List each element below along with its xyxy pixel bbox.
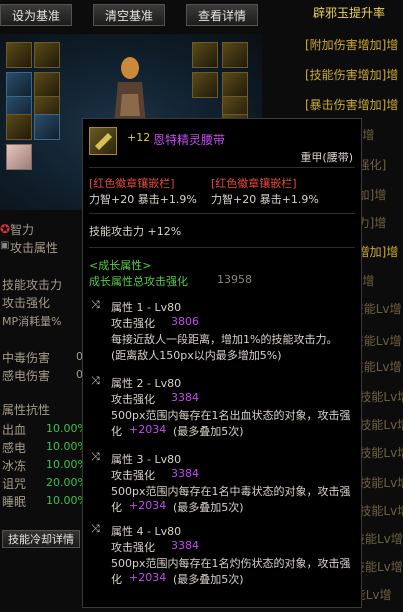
equip-slot-shoulder[interactable] [6, 42, 32, 68]
resist-title: 属性抗性 [2, 403, 51, 417]
resist-name: 冰冻 [2, 459, 27, 473]
attr-desc: 500px范围内每存在1名灼伤状态的对象，攻击强 [111, 557, 351, 570]
attr-title: 属性 1 - Lv80 [111, 301, 182, 314]
attack-attr-icon: ▣ [0, 240, 10, 251]
attr-desc: 每接近敌人一段距离，增加1%的技能攻击力。 [111, 333, 338, 346]
right-list-item: [暴击伤害增加]增 [305, 98, 399, 112]
stat-intelligence: 智力 [10, 223, 35, 237]
belt-item-icon [89, 127, 117, 155]
shuffle-icon: ⤨ [91, 522, 100, 535]
right-list-item: 辟邪玉提升率 [313, 6, 386, 20]
shuffle-icon: ⤨ [91, 298, 100, 311]
emblem-slot-right-title: [红色徽章镶嵌栏] [211, 177, 297, 190]
stat-shock-dmg: 感电伤害 [2, 369, 51, 383]
skill-attack-line: 技能攻击力 +12% [89, 225, 182, 238]
equip-slot-subequip[interactable] [222, 72, 248, 98]
growth-total-value: 13958 [217, 273, 252, 286]
resist-name: 出血 [2, 423, 27, 437]
avatar-slot[interactable] [6, 144, 32, 170]
item-name: 恩特精灵腰带 [153, 133, 226, 147]
attr-enhance-label: 攻击强化 [111, 541, 155, 554]
resist-name: 诅咒 [2, 477, 27, 491]
attr-bonus: +2034 [129, 499, 167, 512]
stat-attack-enhance: 攻击强化 [2, 296, 51, 310]
equip-slot-creature[interactable] [34, 114, 60, 140]
stat-attack-attr: 攻击属性 [10, 241, 59, 255]
shuffle-icon: ⤨ [91, 374, 100, 387]
attr-desc-extra: 化 [111, 425, 122, 438]
equip-slot-title[interactable] [34, 72, 60, 98]
view-detail-button[interactable]: 查看详情 [186, 4, 258, 26]
equip-slot-top[interactable] [6, 72, 32, 98]
attr-desc-extra: (距离敌人150px以内最多增加5%) [111, 349, 282, 362]
attr-desc: 500px范围内每存在1名中毒状态的对象，攻击强 [111, 485, 351, 498]
item-type: 重甲(腰带) [300, 151, 353, 164]
attr-enhance-label: 攻击强化 [111, 317, 155, 330]
attr-enhance-value: 3384 [171, 391, 199, 404]
attr-enhance-label: 攻击强化 [111, 469, 155, 482]
stat-skill-attack: 技能攻击力 [2, 278, 63, 292]
clear-base-button[interactable]: 清空基准 [93, 4, 165, 26]
equip-slot-weapon[interactable] [34, 42, 60, 68]
emblem-slot-left-title: [红色徽章镶嵌栏] [89, 177, 175, 190]
attr-bonus-suffix: (最多叠加5次) [173, 573, 244, 586]
skill-cooldown-detail-button[interactable]: 技能冷却详情 [2, 530, 80, 548]
resist-name: 感电 [2, 441, 27, 455]
set-base-button[interactable]: 设为基准 [0, 4, 72, 26]
growth-total-label: 成长属性总攻击强化 [89, 275, 188, 288]
equip-slot-shoes[interactable] [6, 114, 32, 140]
attr-enhance-label: 攻击强化 [111, 393, 155, 406]
equip-slot-necklace[interactable] [222, 42, 248, 68]
attr-desc-extra: 化 [111, 501, 122, 514]
emblem-slot-right-value: 力智+20 暴击+1.9% [211, 193, 319, 206]
attr-title: 属性 4 - Lv80 [111, 525, 182, 538]
stat-poison-dmg: 中毒伤害 [2, 351, 51, 365]
item-level: +12 [127, 131, 151, 144]
shuffle-icon: ⤨ [91, 450, 100, 463]
item-tooltip: +12 恩特精灵腰带 重甲(腰带) [红色徽章镶嵌栏] 力智+20 暴击+1.9… [82, 118, 362, 608]
attr-desc-extra: 化 [111, 573, 122, 586]
attr-enhance-value: 3806 [171, 315, 199, 328]
attr-bonus-suffix: (最多叠加5次) [173, 501, 244, 514]
growth-title: <成长属性> [89, 259, 152, 272]
attr-enhance-value: 3384 [171, 467, 199, 480]
attr-bonus: +2034 [129, 571, 167, 584]
attr-title: 属性 2 - Lv80 [111, 377, 182, 390]
attr-enhance-value: 3384 [171, 539, 199, 552]
attr-bonus: +2034 [129, 423, 167, 436]
attr-bonus-suffix: (最多叠加5次) [173, 425, 244, 438]
equip-slot-ring[interactable] [192, 72, 218, 98]
right-list-item: [技能伤害增加]增 [305, 68, 399, 82]
attr-title: 属性 3 - Lv80 [111, 453, 182, 466]
stat-mp-cost: MP消耗量% [2, 315, 62, 328]
right-list-item: [附加伤害增加]增 [305, 38, 399, 52]
equip-slot-bracelet[interactable] [192, 42, 218, 68]
attr-desc: 500px范围内每存在1名出血状态的对象，攻击强 [111, 409, 351, 422]
resist-name: 睡眠 [2, 495, 27, 509]
emblem-slot-left-value: 力智+20 暴击+1.9% [89, 193, 197, 206]
intelligence-icon: ✪ [0, 222, 11, 236]
